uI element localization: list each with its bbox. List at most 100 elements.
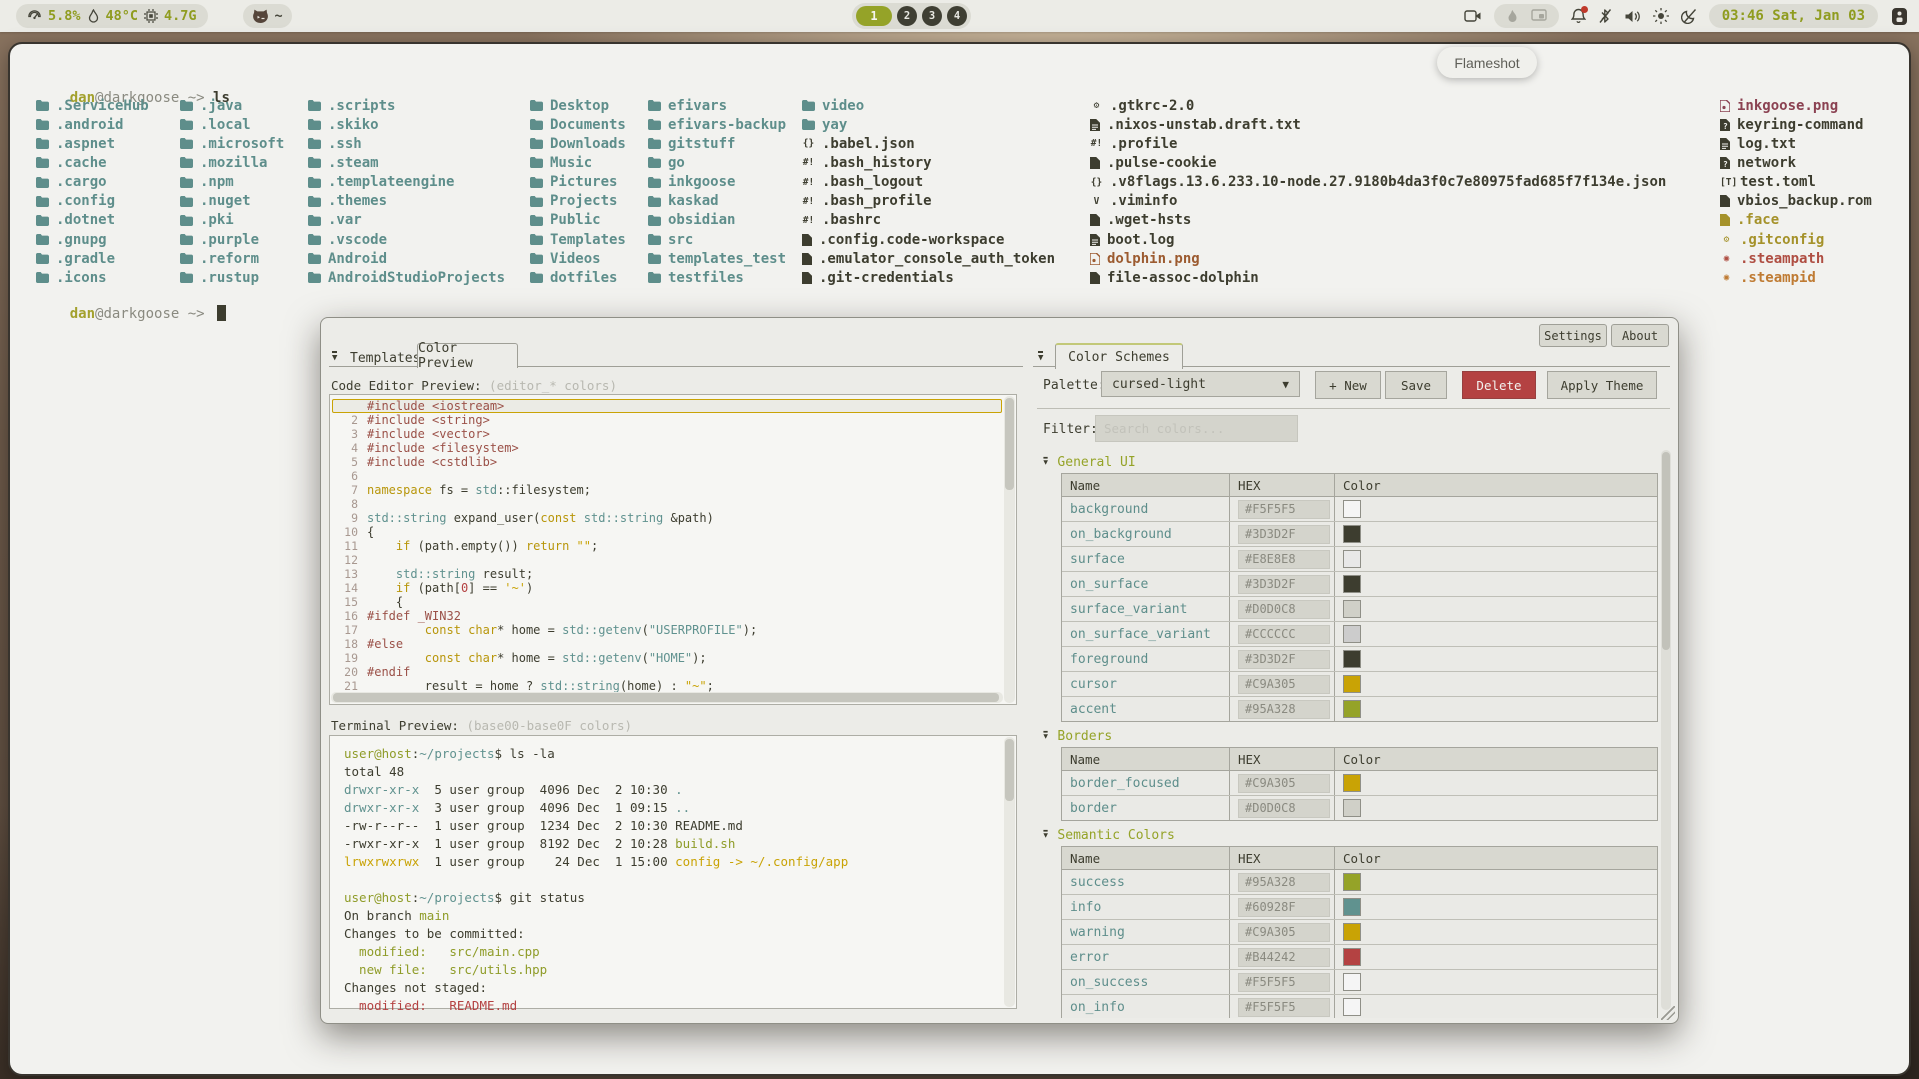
screen-record-icon[interactable] — [1464, 9, 1482, 23]
filter-input[interactable] — [1095, 415, 1298, 442]
line-number: 18 — [332, 637, 367, 651]
bluetooth-off-icon[interactable] — [1598, 8, 1612, 24]
terminal-preview-line: -rwxr-xr-x 1 user group 8192 Dec 2 10:28… — [344, 834, 1000, 852]
page-icon — [1090, 214, 1100, 226]
disabled-tools-pill[interactable] — [1494, 4, 1559, 28]
table-row[interactable]: error#B44242 — [1062, 945, 1657, 970]
section-header[interactable]: ▼Semantic Colors — [1043, 827, 1659, 843]
code-hscroll-thumb[interactable] — [333, 693, 999, 702]
workspace-3[interactable]: 3 — [922, 6, 942, 26]
color-swatch[interactable] — [1343, 998, 1361, 1016]
hex-value-field[interactable]: #C9A305 — [1238, 923, 1330, 942]
pane-vscroll-thumb[interactable] — [1662, 452, 1670, 650]
table-row[interactable]: on_info#F5F5F5 — [1062, 995, 1657, 1018]
table-row[interactable]: on_surface_variant#CCCCCC — [1062, 622, 1657, 647]
table-row[interactable]: background#F5F5F5 — [1062, 497, 1657, 522]
tab-templates[interactable]: Templates — [350, 351, 420, 366]
table-row[interactable]: surface_variant#D0D0C8 — [1062, 597, 1657, 622]
color-swatch[interactable] — [1343, 500, 1361, 518]
hex-value-field[interactable]: #D0D0C8 — [1238, 799, 1330, 818]
code-vscroll-thumb[interactable] — [1005, 398, 1014, 490]
palette-select[interactable]: cursed-light ▼ — [1101, 371, 1300, 397]
save-button[interactable]: Save — [1385, 371, 1447, 399]
new-palette-button[interactable]: + New — [1315, 371, 1381, 399]
color-swatch[interactable] — [1343, 625, 1361, 643]
table-row[interactable]: foreground#3D3D2F — [1062, 647, 1657, 672]
color-swatch[interactable] — [1343, 774, 1361, 792]
hex-value-field[interactable]: #F5F5F5 — [1238, 973, 1330, 992]
hex-value-field[interactable]: #60928F — [1238, 898, 1330, 917]
table-row[interactable]: accent#95A328 — [1062, 697, 1657, 721]
table-row[interactable]: info#60928F — [1062, 895, 1657, 920]
table-row[interactable]: border#D0D0C8 — [1062, 796, 1657, 820]
table-row[interactable]: warning#C9A305 — [1062, 920, 1657, 945]
table-row[interactable]: on_background#3D3D2F — [1062, 522, 1657, 547]
code-horizontal-scrollbar[interactable] — [331, 692, 1003, 703]
table-row[interactable]: border_focused#C9A305 — [1062, 771, 1657, 796]
terminal-app-pill[interactable]: ~ — [243, 4, 292, 28]
clock-widget[interactable]: 03:46 Sat, Jan 03 — [1709, 4, 1878, 28]
hex-value-field[interactable]: #95A328 — [1238, 873, 1330, 892]
notifications-bell-icon[interactable] — [1571, 8, 1586, 24]
tab-color-schemes[interactable]: Color Schemes — [1055, 343, 1183, 369]
terminal-vertical-scrollbar[interactable] — [1004, 737, 1015, 1007]
hex-value-field[interactable]: #E8E8E8 — [1238, 550, 1330, 569]
color-swatch[interactable] — [1343, 700, 1361, 718]
delete-button[interactable]: Delete — [1462, 371, 1536, 399]
workspace-1-active[interactable]: 1 — [856, 6, 892, 26]
color-swatch[interactable] — [1343, 948, 1361, 966]
resize-grip[interactable] — [1661, 1006, 1675, 1020]
color-swatch[interactable] — [1343, 650, 1361, 668]
color-cell — [1335, 945, 1657, 969]
table-row[interactable]: on_surface#3D3D2F — [1062, 572, 1657, 597]
tab-color-preview[interactable]: Color Preview — [417, 343, 518, 368]
collapse-section-icon[interactable]: ▼ — [1043, 830, 1048, 840]
brightness-sun-icon[interactable] — [1653, 8, 1669, 24]
hex-value-field[interactable]: #3D3D2F — [1238, 575, 1330, 594]
hex-value-field[interactable]: #F5F5F5 — [1238, 998, 1330, 1017]
tray-app-icon[interactable] — [1890, 7, 1909, 26]
hex-value-field[interactable]: #CCCCCC — [1238, 625, 1330, 644]
hex-value-field[interactable]: #B44242 — [1238, 948, 1330, 967]
color-swatch[interactable] — [1343, 973, 1361, 991]
table-row[interactable]: on_success#F5F5F5 — [1062, 970, 1657, 995]
table-row[interactable]: success#95A328 — [1062, 870, 1657, 895]
terminal-vscroll-thumb[interactable] — [1005, 739, 1014, 801]
section-header[interactable]: ▼Borders — [1043, 728, 1659, 744]
hex-value-field[interactable]: #D0D0C8 — [1238, 600, 1330, 619]
code-vertical-scrollbar[interactable] — [1004, 396, 1015, 703]
settings-button[interactable]: Settings — [1539, 324, 1607, 347]
hex-value-field[interactable]: #3D3D2F — [1238, 525, 1330, 544]
apply-theme-button[interactable]: Apply Theme — [1547, 371, 1657, 399]
section-header[interactable]: ▼General UI — [1043, 454, 1659, 470]
color-swatch[interactable] — [1343, 898, 1361, 916]
collapse-templates-icon[interactable]: ▼ — [332, 351, 337, 363]
color-swatch[interactable] — [1343, 550, 1361, 568]
color-swatch[interactable] — [1343, 575, 1361, 593]
hex-value-field[interactable]: #C9A305 — [1238, 774, 1330, 793]
system-stats-pill[interactable]: 5.8% 48°C 4.7G — [16, 4, 208, 28]
about-button[interactable]: About — [1611, 324, 1669, 347]
hex-value-field[interactable]: #F5F5F5 — [1238, 500, 1330, 519]
hex-value-field[interactable]: #C9A305 — [1238, 675, 1330, 694]
hex-value-field[interactable]: #3D3D2F — [1238, 650, 1330, 669]
collapse-color-schemes-icon[interactable]: ▼ — [1038, 351, 1043, 363]
file-name: Documents — [550, 117, 626, 133]
collapse-section-icon[interactable]: ▼ — [1043, 457, 1048, 467]
color-swatch[interactable] — [1343, 873, 1361, 891]
workspace-4[interactable]: 4 — [947, 6, 967, 26]
volume-icon[interactable] — [1624, 9, 1641, 24]
color-swatch[interactable] — [1343, 799, 1361, 817]
table-row[interactable]: surface#E8E8E8 — [1062, 547, 1657, 572]
night-light-off-icon[interactable] — [1681, 8, 1697, 24]
color-swatch[interactable] — [1343, 600, 1361, 618]
pane-vertical-scrollbar[interactable] — [1661, 450, 1671, 1010]
table-row[interactable]: cursor#C9A305 — [1062, 672, 1657, 697]
workspace-2[interactable]: 2 — [897, 6, 917, 26]
shell-prompt-line-2[interactable]: dan@darkgoose ~> — [36, 289, 226, 338]
color-swatch[interactable] — [1343, 525, 1361, 543]
color-swatch[interactable] — [1343, 923, 1361, 941]
hex-value-field[interactable]: #95A328 — [1238, 700, 1330, 719]
color-swatch[interactable] — [1343, 675, 1361, 693]
collapse-section-icon[interactable]: ▼ — [1043, 731, 1048, 741]
